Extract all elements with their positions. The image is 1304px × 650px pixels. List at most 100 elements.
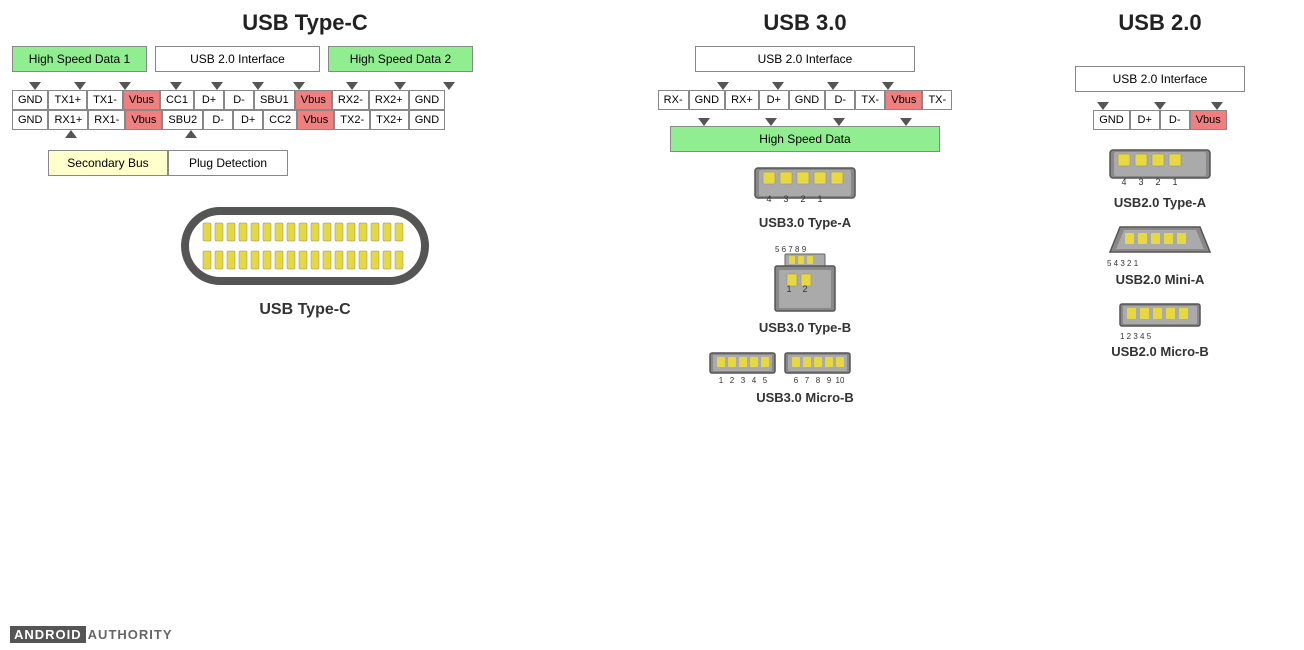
pin-dm-1: D- [224,90,254,110]
pin-gnd-3: GND [12,110,48,130]
svg-text:2: 2 [730,376,735,385]
usb30-arr-2 [772,82,784,90]
pin-tx1p: TX1+ [48,90,87,110]
usb20-typea-label: USB2.0 Type-A [1114,195,1206,210]
usb30-pin-vbus: Vbus [885,90,922,110]
usb30-arr-3 [827,82,839,90]
usb30-usb2-group: USB 2.0 Interface [695,46,915,72]
usb30-pin-rxp: RX+ [725,90,759,110]
pin-cc2: CC2 [263,110,297,130]
usb30-typea-label: USB3.0 Type-A [759,215,851,230]
pin-vbus-3: Vbus [125,110,162,130]
pin-cc1: CC1 [160,90,194,110]
usb20-usb2-group: USB 2.0 Interface [1075,66,1245,92]
pin-vbus-2: Vbus [295,90,332,110]
typec-group-usb2: USB 2.0 Interface [155,46,320,72]
usb20-arr-2 [1154,102,1166,110]
arrow-usb2-2 [211,82,223,90]
secondary-bus-label: Secondary Bus [48,150,168,176]
pin-tx2p: TX2+ [370,110,409,130]
svg-text:1: 1 [817,194,822,204]
usb20-arr-3 [1211,102,1223,110]
typec-pin-row1: GND TX1+ TX1- Vbus CC1 D+ D- SBU1 Vbus R… [12,90,600,110]
usb30-hsd-group: High Speed Data [670,126,940,152]
arrow-usb2-1 [170,82,182,90]
svg-text:9: 9 [827,376,832,385]
usb30-arr-b3 [833,118,845,126]
typec-connector-label: USB Type-C [259,301,350,319]
pin-gnd-4: GND [409,110,445,130]
usb20-section: USB 2.0 USB 2.0 Interface GND D+ D- Vbus [1020,10,1300,359]
usb30-pin-gnd1: GND [689,90,725,110]
usb30-arr-b1 [698,118,710,126]
svg-text:3: 3 [783,194,788,204]
arrow-hsd2-2 [394,82,406,90]
usb30-typeb-drawing: 5 6 7 8 9 1 2 [765,240,845,320]
usb20-microb-label: USB2.0 Micro-B [1111,344,1209,359]
svg-text:10: 10 [836,376,845,385]
svg-text:2: 2 [802,284,807,294]
svg-text:5: 5 [763,376,768,385]
svg-text:4: 4 [1121,177,1126,187]
watermark-suffix: AUTHORITY [88,627,173,642]
svg-text:2: 2 [1155,177,1160,187]
usb20-minia-drawing: 5 4 3 2 1 [1100,222,1220,272]
usb30-section: USB 3.0 USB 2.0 Interface RX- GND RX+ D+… [620,10,990,405]
arrow-secbus [65,130,77,138]
pin-tx1m: TX1- [87,90,123,110]
arrow-hsd2-1 [346,82,358,90]
watermark-brand: ANDROID [10,626,86,643]
arrow-hsd1-1 [29,82,41,90]
usb30-typea-drawing: 4 3 2 1 [745,160,865,215]
pin-sbu2: SBU2 [162,110,203,130]
usb30-microb-drawing: 1 2 3 4 5 6 7 8 9 10 [705,345,905,390]
usb20-pin-vbus: Vbus [1190,110,1227,130]
svg-text:1: 1 [719,376,724,385]
svg-text:4: 4 [752,376,757,385]
pin-dp-1: D+ [194,90,224,110]
svg-text:1: 1 [1172,177,1177,187]
svg-text:7: 7 [805,376,810,385]
usb30-pin-dm: D- [825,90,855,110]
svg-text:5 6 7 8 9: 5 6 7 8 9 [775,245,807,254]
pin-rx1m: RX1- [88,110,125,130]
usb30-arr-b4 [900,118,912,126]
usb20-typea-drawing: 4 3 2 1 [1100,145,1220,195]
usb20-microb-drawing: 1 2 3 4 5 [1100,299,1220,344]
usb30-title: USB 3.0 [620,10,990,36]
pin-tx2m: TX2- [334,110,370,130]
pin-dm-2: D- [203,110,233,130]
typec-pin-row2: GND RX1+ RX1- Vbus SBU2 D- D+ CC2 Vbus T… [12,110,600,130]
usb30-typeb-label: USB3.0 Type-B [759,320,851,335]
pin-vbus-4: Vbus [297,110,334,130]
usb30-pin-gnd2: GND [789,90,825,110]
usb20-pin-dm: D- [1160,110,1190,130]
usb30-pin-txm: TX- [855,90,885,110]
pin-rx2p: RX2+ [369,90,409,110]
usb20-title: USB 2.0 [1020,10,1300,36]
arrow-plugdet [185,130,197,138]
usb30-pin-rxm: RX- [658,90,689,110]
pin-gnd-1: GND [12,90,48,110]
typec-connector-drawing [165,191,445,301]
typec-group-hsd2: High Speed Data 2 [328,46,473,72]
watermark: ANDROIDAUTHORITY [10,627,173,642]
usb30-arr-b2 [765,118,777,126]
svg-text:3: 3 [741,376,746,385]
pin-dp-2: D+ [233,110,263,130]
svg-text:1 2 3 4 5: 1 2 3 4 5 [1120,332,1152,341]
usb30-arr-1 [717,82,729,90]
arrow-usb2-4 [293,82,305,90]
svg-text:5 4 3 2 1: 5 4 3 2 1 [1107,259,1139,268]
usb20-arr-1 [1097,102,1109,110]
pin-rx1p: RX1+ [48,110,88,130]
usb30-pin-row: RX- GND RX+ D+ GND D- TX- Vbus TX- [658,90,953,110]
pin-vbus-1: Vbus [123,90,160,110]
arrow-hsd2-3 [443,82,455,90]
arrow-hsd1-2 [74,82,86,90]
usb20-pin-row: GND D+ D- Vbus [1093,110,1227,130]
typec-group-hsd1: High Speed Data 1 [12,46,147,72]
svg-text:1: 1 [786,284,791,294]
plug-detection-label: Plug Detection [168,150,288,176]
arrow-hsd1-3 [119,82,131,90]
